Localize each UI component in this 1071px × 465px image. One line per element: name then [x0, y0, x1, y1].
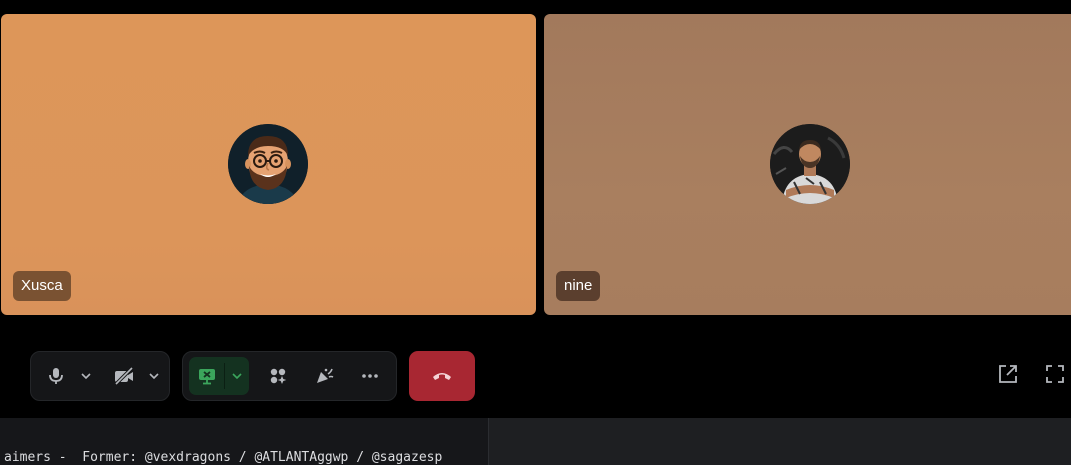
microphone-toggle-button[interactable] — [41, 352, 71, 400]
video-call-window: Xusca nine aimers - Former: @vexdragons … — [0, 0, 1071, 465]
participant-name-tag: Xusca — [13, 271, 71, 301]
chevron-down-icon — [231, 370, 243, 382]
soundboard-button[interactable] — [307, 352, 341, 400]
video-options-dropdown[interactable] — [143, 352, 165, 400]
activities-icon — [268, 366, 288, 386]
audio-options-dropdown[interactable] — [75, 352, 97, 400]
call-tools-controls — [182, 351, 397, 401]
pop-out-icon — [996, 362, 1020, 390]
disconnect-button[interactable] — [409, 351, 475, 401]
screen-share-icon — [197, 366, 217, 386]
profile-bio-panel: aimers - Former: @vexdragons / @ATLANTAg… — [0, 418, 489, 465]
fullscreen-button[interactable] — [1042, 363, 1068, 389]
pop-out-button[interactable] — [995, 363, 1021, 389]
fullscreen-icon — [1043, 362, 1067, 390]
activities-button[interactable] — [261, 352, 295, 400]
profile-bio-text: aimers - Former: @vexdragons / @ATLANTAg… — [4, 450, 443, 465]
soundboard-icon — [314, 366, 334, 386]
more-options-icon — [360, 366, 380, 386]
microphone-icon — [46, 366, 66, 386]
cartoon-bearded-man-avatar-icon — [228, 124, 308, 204]
bottom-panel: aimers - Former: @vexdragons / @ATLANTAg… — [0, 418, 1071, 465]
chevron-down-icon — [80, 370, 92, 382]
user-photo-avatar-icon — [770, 124, 850, 204]
screen-share-control — [189, 357, 249, 395]
phone-hangup-icon — [431, 367, 453, 386]
participant-name-tag: nine — [556, 271, 601, 301]
screen-share-options-dropdown[interactable] — [225, 357, 249, 395]
chevron-down-icon — [148, 370, 160, 382]
camera-toggle-button[interactable] — [109, 352, 139, 400]
more-options-button[interactable] — [353, 352, 387, 400]
camera-off-icon — [113, 366, 135, 386]
participant-tile-xusca[interactable]: Xusca — [1, 14, 536, 315]
screen-share-button[interactable] — [189, 357, 224, 395]
audio-video-controls — [30, 351, 170, 401]
participant-tile-nine[interactable]: nine — [544, 14, 1071, 315]
